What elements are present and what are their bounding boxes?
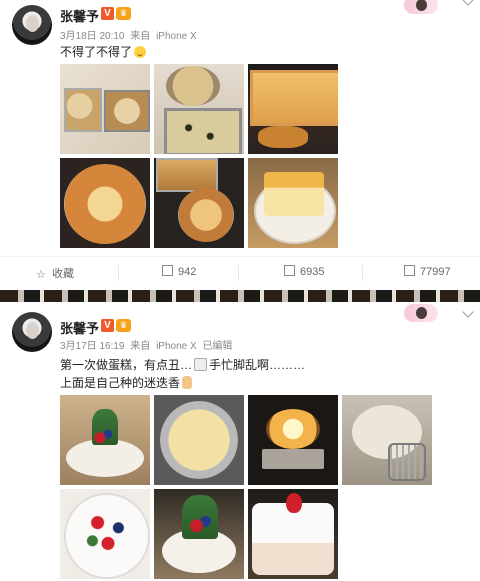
- photo-bread-in-oven-tray[interactable]: [154, 158, 244, 248]
- photo-cake-slice[interactable]: [248, 489, 338, 579]
- favorite-label: 收藏: [52, 268, 74, 280]
- member-crown-icon: ♛: [116, 319, 131, 332]
- comment-count: 6935: [300, 266, 325, 278]
- member-crown-icon: ♛: [116, 7, 131, 20]
- repost-count: 942: [178, 266, 197, 278]
- post-source: iPhone X: [156, 341, 197, 352]
- decorative-sticker-icon: [404, 0, 438, 14]
- source-prefix: 来自: [130, 341, 151, 352]
- chevron-down-icon[interactable]: [462, 306, 474, 318]
- post-text-line-1: 第一次做蛋糕，有点丑… 手忙脚乱啊………: [60, 356, 305, 373]
- repost-icon: [162, 265, 173, 276]
- photo-dough-in-pans[interactable]: [60, 64, 150, 154]
- post-separator-strip: [0, 290, 480, 302]
- repost-button[interactable]: 942: [162, 265, 196, 278]
- weibo-post-2: 张馨予 V ♛ 3月17日 16:19 来自 iPhone X 已编辑 第一次做…: [0, 302, 480, 581]
- like-button[interactable]: 77997: [404, 265, 451, 278]
- post-text-part-a: 第一次做蛋糕，有点丑…: [60, 358, 193, 372]
- author-name[interactable]: 张馨予: [60, 6, 99, 25]
- victory-hand-emoji-icon: [182, 376, 193, 389]
- post-text: 不得了不得了: [60, 43, 147, 60]
- verified-badge-icon: V: [101, 319, 114, 332]
- photo-cake-top-berries[interactable]: [60, 489, 150, 579]
- photo-cake-decorated[interactable]: [154, 489, 244, 579]
- like-count: 77997: [420, 266, 451, 278]
- author-name[interactable]: 张馨予: [60, 318, 99, 337]
- photo-cake-in-oven[interactable]: [248, 395, 338, 485]
- source-prefix: 来自: [130, 31, 151, 42]
- post-meta: 3月18日 20:10 来自 iPhone X: [60, 27, 200, 42]
- divider: [118, 265, 119, 281]
- post-source: iPhone X: [156, 31, 197, 42]
- post-text-part-b: 手忙脚乱啊………: [209, 358, 306, 372]
- post-text-line-2: 上面是自己种的迷迭香: [60, 374, 193, 391]
- verified-badge-icon: V: [101, 7, 114, 20]
- photo-buns-in-tins[interactable]: [154, 64, 244, 154]
- photo-whipped-cream[interactable]: [342, 395, 432, 485]
- photo-cake-rosemary[interactable]: [60, 395, 150, 485]
- decorative-sticker-icon: [404, 304, 438, 322]
- photo-round-bread[interactable]: [60, 158, 150, 248]
- chevron-down-icon[interactable]: [462, 0, 474, 6]
- action-bar: ☆ 收藏 942 6935 77997: [0, 256, 480, 288]
- thumbs-up-icon: [404, 265, 415, 276]
- post-date[interactable]: 3月18日 20:10: [60, 31, 125, 42]
- post-text-body: 上面是自己种的迷迭香: [60, 376, 181, 390]
- star-icon: ☆: [36, 269, 46, 281]
- avatar[interactable]: [12, 5, 52, 45]
- divider: [238, 265, 239, 281]
- avatar[interactable]: [12, 312, 52, 352]
- smile-emoji-icon: [134, 46, 147, 58]
- divider: [362, 265, 363, 281]
- post-date[interactable]: 3月17日 16:19: [60, 341, 125, 352]
- photo-oven-bread[interactable]: [248, 64, 338, 154]
- post-text-body: 不得了不得了: [60, 45, 133, 59]
- weibo-post-1: 张馨予 V ♛ 3月18日 20:10 来自 iPhone X 不得了不得了 ☆…: [0, 0, 480, 290]
- sticker-emoji-icon: [194, 358, 208, 371]
- favorite-button[interactable]: ☆ 收藏: [36, 265, 74, 281]
- comment-button[interactable]: 6935: [284, 265, 324, 278]
- photo-sliced-cake[interactable]: [248, 158, 338, 248]
- edited-label[interactable]: 已编辑: [202, 341, 232, 352]
- post-meta: 3月17日 16:19 来自 iPhone X 已编辑: [60, 337, 235, 352]
- photo-batter-bowl[interactable]: [154, 395, 244, 485]
- comment-icon: [284, 265, 295, 276]
